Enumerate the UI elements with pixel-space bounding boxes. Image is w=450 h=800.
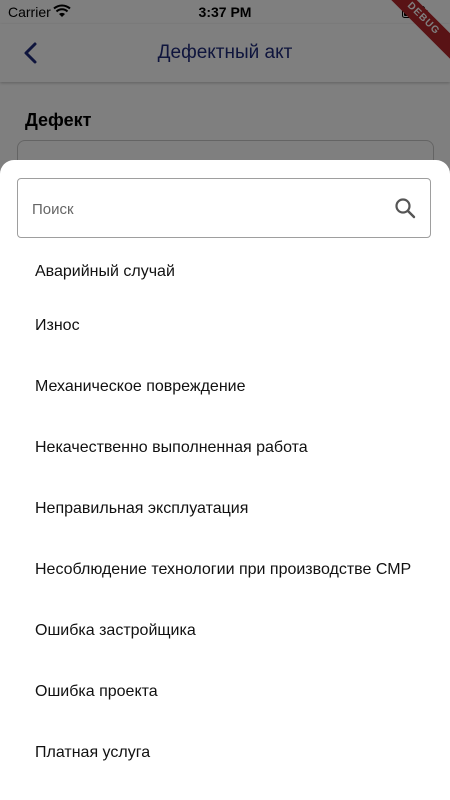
option-label: Механическое повреждение <box>35 378 246 395</box>
option-label: Ошибка проекта <box>35 683 158 700</box>
list-item[interactable]: Неправильная эксплуатация <box>0 478 450 539</box>
search-box <box>17 178 431 239</box>
list-item[interactable]: Ошибка застройщика <box>0 600 450 661</box>
options-list: Аварийный случай Износ Механическое повр… <box>0 248 450 783</box>
list-item[interactable]: Износ <box>0 295 450 356</box>
list-item[interactable]: Некачественно выполненная работа <box>0 417 450 478</box>
option-label: Аварийный случай <box>35 263 175 280</box>
option-label: Ошибка застройщика <box>35 622 196 639</box>
option-label: Некачественно выполненная работа <box>35 439 308 456</box>
bottom-sheet: Аварийный случай Износ Механическое повр… <box>0 160 450 800</box>
search-icon[interactable] <box>394 197 416 219</box>
option-label: Несоблюдение технологии при производстве… <box>35 561 412 578</box>
option-label: Платная услуга <box>35 744 151 761</box>
list-item[interactable]: Аварийный случай <box>0 248 450 295</box>
option-label: Износ <box>35 317 80 334</box>
search-input[interactable] <box>30 179 384 239</box>
list-item[interactable]: Платная услуга <box>0 722 450 783</box>
list-item[interactable]: Ошибка проекта <box>0 661 450 722</box>
list-item[interactable]: Несоблюдение технологии при производстве… <box>0 539 450 600</box>
list-item[interactable]: Механическое повреждение <box>0 356 450 417</box>
option-label: Неправильная эксплуатация <box>35 500 249 517</box>
